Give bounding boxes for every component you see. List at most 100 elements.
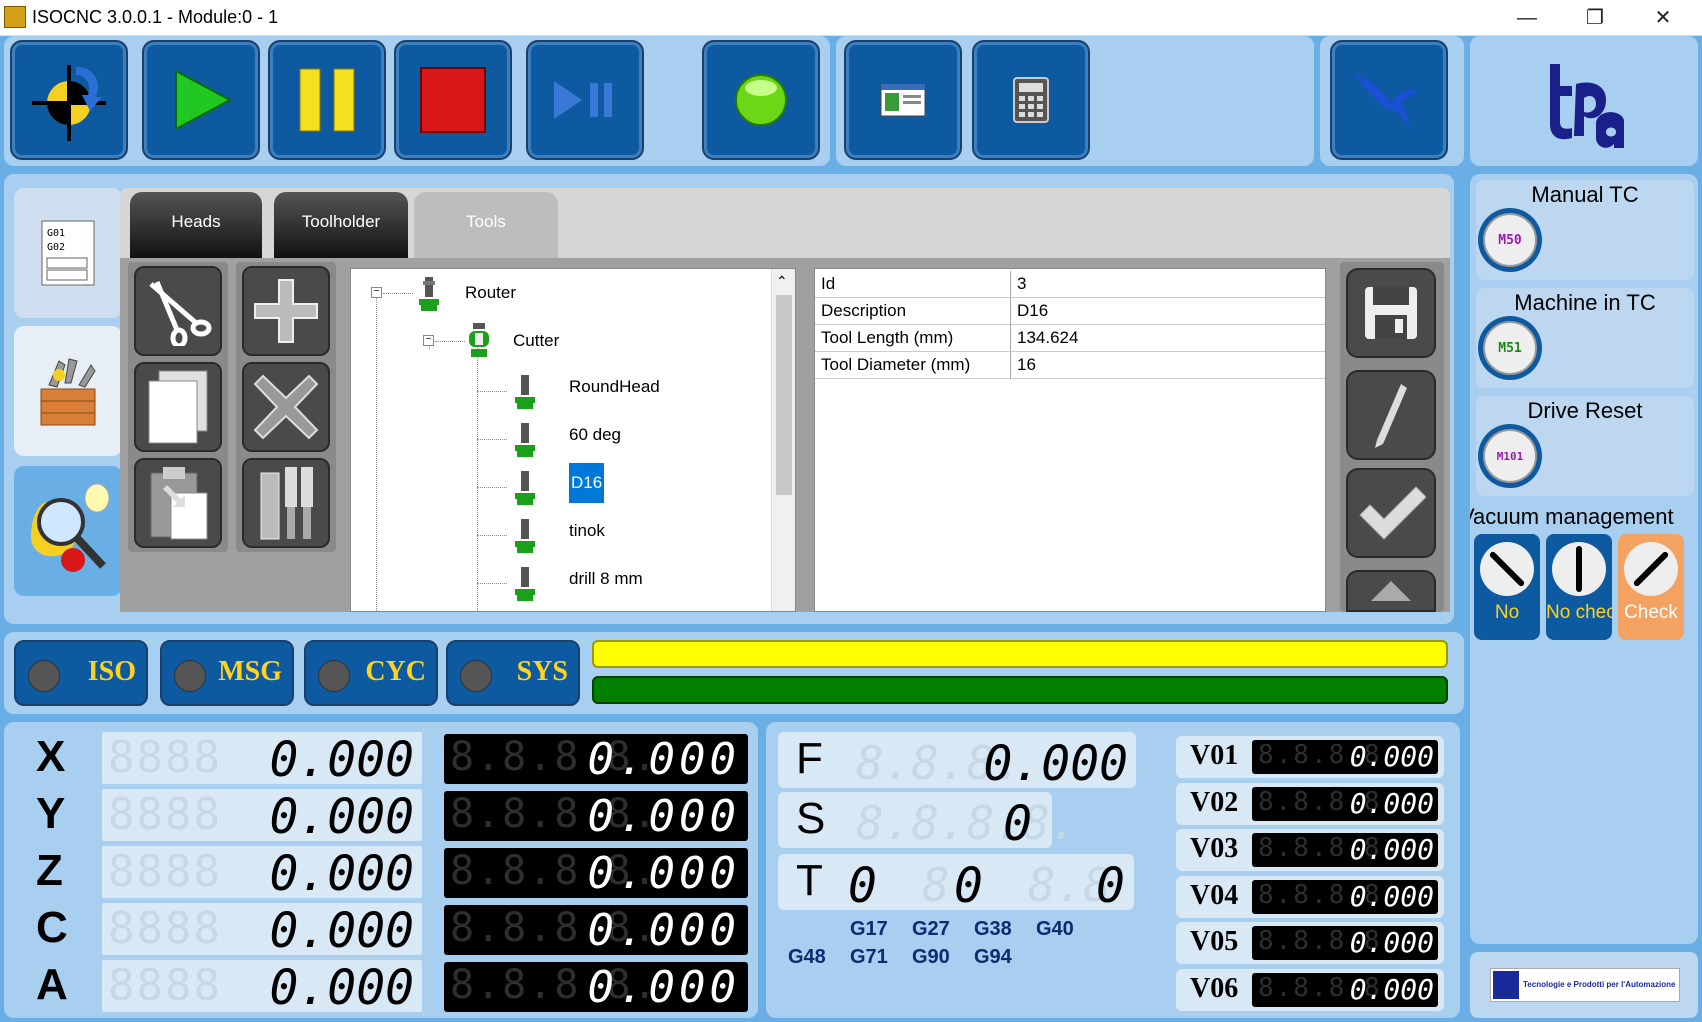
spindle-value: 0	[1003, 796, 1032, 852]
variable-display: 8.8.8.8 0.000	[1252, 833, 1438, 867]
tree-node-cutter[interactable]: Cutter	[513, 331, 559, 351]
m101-button[interactable]: M101	[1478, 424, 1542, 488]
msg-status[interactable]: MSG	[160, 640, 294, 706]
vacuum-check-button[interactable]: Check	[1612, 530, 1690, 640]
stop-button[interactable]	[394, 40, 512, 160]
tool-icon	[515, 375, 535, 409]
variable-value: 0.000	[1349, 833, 1434, 866]
m51-button[interactable]: M51	[1478, 316, 1542, 380]
property-value[interactable]: 3	[1011, 271, 1325, 298]
pause-button[interactable]	[268, 40, 386, 160]
drive-reset-group: Drive Reset M101	[1476, 396, 1694, 496]
axis-label: C	[36, 903, 68, 952]
gcode-badge: G48	[788, 946, 826, 968]
axis-machine-display: 8888 0.000	[102, 960, 422, 1012]
tree-node-router[interactable]: Router	[465, 283, 516, 303]
cyc-status[interactable]: CYC	[304, 640, 438, 706]
axis-work-display: 8.8.8.8. 0.000	[444, 791, 748, 841]
property-value[interactable]: 134.624	[1011, 325, 1325, 352]
display-button[interactable]	[844, 40, 962, 160]
tab-tools[interactable]: Tools	[414, 192, 558, 258]
sys-status[interactable]: SYS	[446, 640, 580, 706]
cyc-led-icon	[318, 660, 350, 692]
seagull-button[interactable]	[1330, 40, 1448, 160]
move-up-button[interactable]	[1346, 570, 1436, 612]
close-button[interactable]: ✕	[1640, 4, 1686, 32]
variable-display: 8.8.8.8 0.000	[1252, 926, 1438, 960]
tree-scrollbar[interactable]: ⌃	[771, 269, 795, 611]
tree-node-tool[interactable]: D16	[569, 463, 605, 503]
tool-icon	[515, 519, 535, 553]
feed-label: F	[796, 734, 823, 783]
maximize-button[interactable]: ❐	[1572, 4, 1618, 32]
variable-label: V01	[1190, 740, 1239, 771]
diagnostics-tab[interactable]	[14, 466, 122, 596]
program-tab[interactable]: G01 G02	[14, 188, 122, 318]
step-button[interactable]	[526, 40, 644, 160]
confirm-button[interactable]	[1346, 468, 1436, 558]
tool-icon	[515, 471, 535, 505]
sys-led-icon	[460, 660, 492, 692]
property-value[interactable]: 16	[1011, 352, 1325, 379]
axis-machine-ghost: 8888	[108, 789, 222, 840]
title-bar: ISOCNC 3.0.0.1 - Module:0 - 1 — ❐ ✕	[0, 0, 1702, 36]
feed-display: F 8.8.8. 0.000	[778, 732, 1136, 792]
delete-button[interactable]	[242, 362, 330, 452]
edit-button[interactable]	[1346, 370, 1436, 460]
axis-machine-value: 0.000	[269, 846, 415, 898]
cut-button[interactable]	[134, 266, 222, 356]
variable-label: V02	[1190, 786, 1239, 818]
vacuum-no-check-button[interactable]: No check	[1546, 534, 1612, 640]
company-banner: Tecnologie e Prodotti per l'Automazione	[1490, 968, 1680, 1002]
tool-value-3: 0	[1096, 858, 1125, 914]
axis-machine-ghost: 8888	[108, 960, 222, 1011]
gcode-badge: G38	[974, 918, 1012, 940]
status-yellow-bar	[592, 640, 1448, 668]
tree-node-tool[interactable]: drill 8 mm	[569, 569, 643, 589]
minimize-button[interactable]: —	[1504, 4, 1550, 32]
axis-work-display: 8.8.8.8. 0.000	[444, 962, 748, 1012]
vacuum-no-button[interactable]: No	[1468, 530, 1546, 640]
tab-toolholder[interactable]: Toolholder	[274, 192, 408, 258]
status-lamp-button[interactable]	[702, 40, 820, 160]
tab-heads[interactable]: Heads	[130, 192, 262, 258]
tree-node-tool[interactable]: 60 deg	[569, 425, 621, 445]
footer-logo-panel: Tecnologie e Prodotti per l'Automazione	[1470, 952, 1698, 1018]
axis-work-value: 0.000	[587, 848, 740, 898]
property-value[interactable]: D16	[1011, 298, 1325, 325]
variable-value: 0.000	[1349, 786, 1434, 820]
property-key: Id	[815, 271, 1011, 298]
paste-button[interactable]	[134, 458, 222, 548]
axis-machine-ghost: 8888	[108, 732, 222, 783]
m50-button[interactable]: M50	[1478, 208, 1542, 272]
tree-node-tool[interactable]: tinok	[569, 521, 605, 541]
start-button[interactable]	[142, 40, 260, 160]
svg-text:G02: G02	[47, 242, 65, 253]
axis-work-display: 8.8.8.8. 0.000	[444, 734, 748, 784]
variable-value: 0.000	[1349, 972, 1434, 1006]
save-button[interactable]	[1346, 268, 1436, 358]
property-key: Tool Length (mm)	[815, 325, 1011, 352]
variable-display: 8.8.8.8 0.000	[1252, 879, 1438, 914]
axis-machine-display: 8888 0.000	[102, 903, 422, 955]
tools-tab[interactable]	[14, 326, 122, 456]
iso-status[interactable]: ISO	[14, 640, 148, 706]
company-logo	[1493, 971, 1519, 999]
tool-tree[interactable]: − Router − Cutter RoundHead 60 deg D16 tino…	[350, 268, 796, 612]
copy-button[interactable]	[134, 362, 222, 452]
tool-properties: Id 3 Description D16 Tool Length (mm) 134.624…	[814, 268, 1326, 612]
tree-node-tool[interactable]: RoundHead	[569, 377, 660, 397]
add-button[interactable]	[242, 266, 330, 356]
scroll-thumb[interactable]	[776, 295, 792, 495]
variable-label: V06	[1190, 972, 1239, 1004]
axis-machine-display: 8888 0.000	[102, 846, 422, 898]
collapse-cutter-icon[interactable]: −	[423, 335, 434, 346]
calculator-button[interactable]	[972, 40, 1090, 160]
logo-panel	[1470, 36, 1698, 166]
axis-machine-display: 8888 0.000	[102, 789, 422, 841]
collapse-router-icon[interactable]: −	[371, 287, 382, 298]
reference-button[interactable]	[10, 40, 128, 160]
svg-text:G01: G01	[47, 228, 65, 239]
toolholder-button[interactable]	[242, 458, 330, 548]
scroll-up-icon[interactable]: ⌃	[776, 273, 788, 290]
